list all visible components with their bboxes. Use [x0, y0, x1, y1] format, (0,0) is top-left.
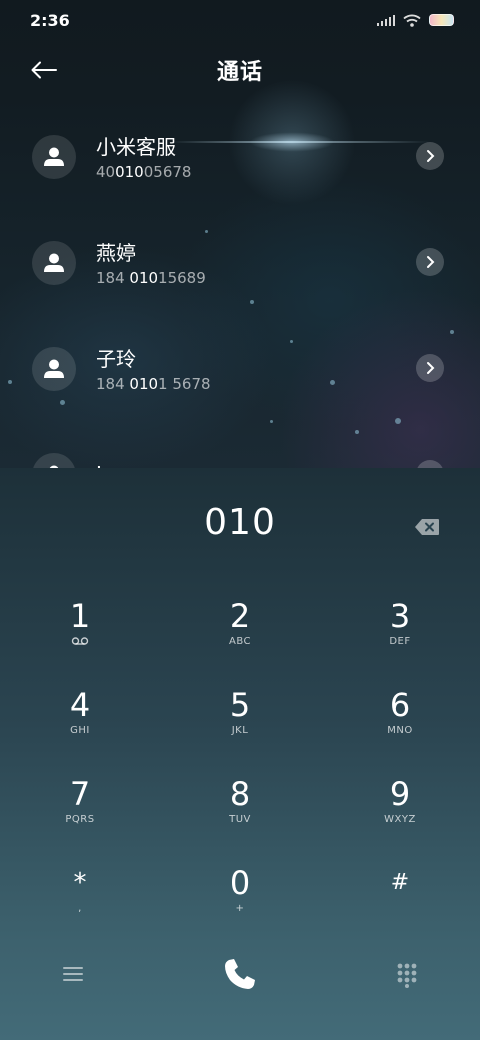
voicemail-icon — [71, 636, 89, 648]
dialer-bottom-bar — [0, 954, 480, 998]
key-digit: 7 — [69, 775, 91, 813]
back-button[interactable] — [26, 54, 62, 86]
key-digit: * — [73, 868, 87, 898]
status-icons — [377, 14, 454, 27]
key-letters: TUV — [229, 814, 251, 825]
contact-row[interactable]: 小米客服 4001005678 — [0, 104, 480, 210]
key-letters: DEF — [389, 636, 411, 647]
person-icon — [44, 147, 64, 166]
key-letters: , — [78, 903, 82, 914]
keypad-toggle-button[interactable] — [396, 962, 418, 988]
menu-icon — [63, 967, 83, 981]
key-digit: 1 — [69, 597, 91, 635]
contact-detail-button[interactable] — [416, 142, 444, 170]
phone-call-icon — [225, 959, 255, 989]
key-digit: 8 — [229, 775, 251, 813]
contact-suggestion-list: 小米客服 4001005678 燕婷 184 01015689 子玲 184 0… — [0, 104, 480, 528]
contact-number: 184 0101 5678 — [96, 374, 211, 393]
key-letters: ABC — [228, 636, 251, 647]
contact-name: 小米客服 — [96, 134, 176, 159]
battery-icon — [429, 14, 454, 26]
key-letters: PQRS — [65, 814, 95, 825]
backspace-button[interactable] — [414, 518, 440, 536]
menu-button[interactable] — [62, 964, 84, 984]
header: 通话 — [0, 46, 480, 94]
keypad-icon — [397, 963, 417, 988]
key-digit: 9 — [389, 775, 411, 813]
status-time: 2:36 — [30, 10, 70, 30]
backspace-icon — [415, 519, 439, 535]
contact-name: 子玲 — [96, 346, 136, 371]
key-digit: 5 — [229, 686, 251, 724]
avatar — [32, 347, 76, 391]
key-hash[interactable]: # — [320, 865, 480, 954]
key-letters: WXYZ — [384, 814, 416, 825]
contact-number: 184 01015689 — [96, 268, 206, 287]
dialpad-panel: 010 1 2 ABC 3 DEF 4 GHI 5 JKL 6 MNO 7 PQ… — [0, 468, 480, 1040]
key-digit: 2 — [229, 597, 251, 635]
wifi-icon — [403, 14, 421, 27]
page-title: 通话 — [216, 60, 263, 85]
avatar — [32, 135, 76, 179]
avatar — [32, 241, 76, 285]
status-bar: 2:36 — [0, 0, 480, 40]
call-button[interactable] — [220, 954, 260, 994]
key-digit: 3 — [389, 597, 411, 635]
key-9[interactable]: 9 WXYZ — [320, 776, 480, 865]
key-0[interactable]: 0 + — [160, 865, 320, 954]
key-letters: GHI — [70, 725, 90, 736]
contact-name: 燕婷 — [96, 240, 136, 265]
contact-row[interactable]: 子玲 184 0101 5678 — [0, 316, 480, 422]
chevron-right-icon — [427, 362, 435, 374]
key-1[interactable]: 1 — [0, 598, 160, 687]
key-star[interactable]: * , — [0, 865, 160, 954]
contact-detail-button[interactable] — [416, 354, 444, 382]
key-digit: 6 — [389, 686, 411, 724]
contact-row[interactable]: 燕婷 184 01015689 — [0, 210, 480, 316]
person-icon — [44, 359, 64, 378]
key-digit: # — [390, 870, 410, 895]
key-2[interactable]: 2 ABC — [160, 598, 320, 687]
person-icon — [44, 253, 64, 272]
key-7[interactable]: 7 PQRS — [0, 776, 160, 865]
chevron-right-icon — [427, 256, 435, 268]
key-8[interactable]: 8 TUV — [160, 776, 320, 865]
dialed-number: 010 — [204, 502, 276, 543]
key-digit: 4 — [69, 686, 91, 724]
key-letters: + — [235, 903, 245, 914]
key-4[interactable]: 4 GHI — [0, 687, 160, 776]
contact-detail-button[interactable] — [416, 248, 444, 276]
key-digit: 0 — [229, 864, 251, 902]
key-6[interactable]: 6 MNO — [320, 687, 480, 776]
key-3[interactable]: 3 DEF — [320, 598, 480, 687]
key-letters: JKL — [231, 725, 249, 736]
signal-icon — [377, 14, 395, 26]
key-letters: MNO — [387, 725, 413, 736]
arrow-left-icon — [31, 61, 57, 79]
chevron-right-icon — [427, 150, 435, 162]
key-5[interactable]: 5 JKL — [160, 687, 320, 776]
contact-number: 4001005678 — [96, 162, 192, 181]
keypad: 1 2 ABC 3 DEF 4 GHI 5 JKL 6 MNO 7 PQRS 8… — [0, 598, 480, 954]
